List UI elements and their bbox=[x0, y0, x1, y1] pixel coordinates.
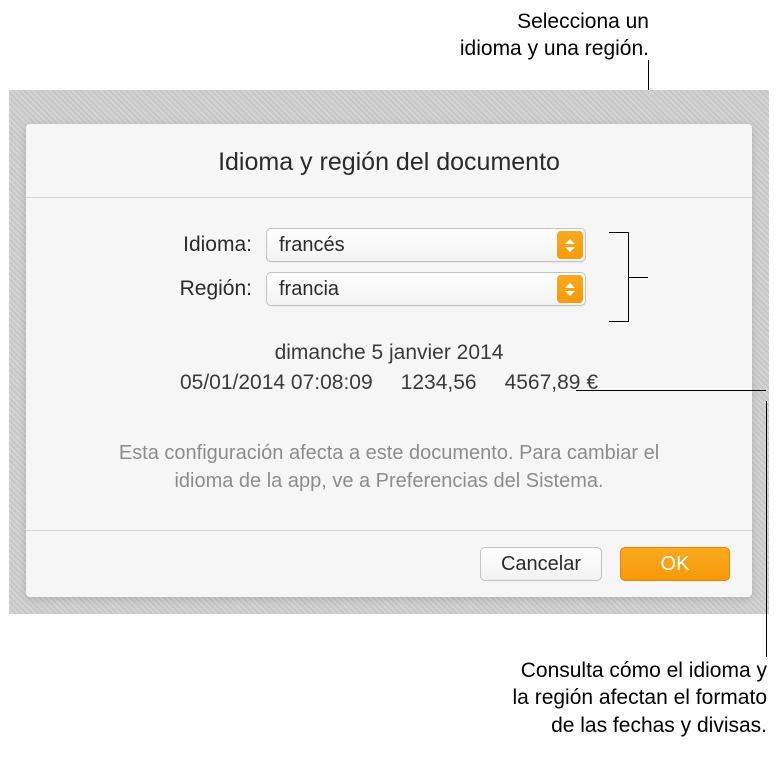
language-region-dialog: Idioma y región del documento Idioma: fr… bbox=[26, 124, 752, 597]
language-dropdown[interactable]: francés bbox=[266, 228, 586, 262]
callout-bottom-line1: Consulta cómo el idioma y bbox=[513, 657, 767, 684]
helper-text: Esta configuración afecta a este documen… bbox=[86, 439, 692, 495]
preview-currency: 4567,89 € bbox=[505, 368, 598, 398]
region-dropdown[interactable]: francia bbox=[266, 272, 586, 306]
callout-bottom-line2: la región afectan el formato bbox=[513, 684, 767, 711]
language-label: Idioma: bbox=[86, 233, 266, 257]
dialog-body: Idioma: francés Región: francia dimanche… bbox=[26, 198, 752, 530]
callout-top: Selecciona un idioma y una región. bbox=[460, 8, 649, 63]
region-label: Región: bbox=[86, 277, 266, 301]
updown-arrows-icon bbox=[557, 231, 583, 259]
callout-bracket-top bbox=[609, 232, 629, 322]
preview-number: 1234,56 bbox=[401, 368, 477, 398]
ok-button[interactable]: OK bbox=[620, 547, 730, 581]
preview-long-date: dimanche 5 janvier 2014 bbox=[86, 338, 692, 368]
callout-line-preview bbox=[576, 390, 766, 391]
preview-row2: 05/01/2014 07:08:09 1234,56 4567,89 € bbox=[86, 368, 692, 398]
updown-arrows-icon bbox=[557, 275, 583, 303]
cancel-button[interactable]: Cancelar bbox=[480, 547, 602, 581]
region-value: francia bbox=[279, 278, 339, 301]
language-value: francés bbox=[279, 234, 345, 257]
callout-top-line2: idioma y una región. bbox=[460, 35, 649, 62]
dialog-backdrop: Idioma y región del documento Idioma: fr… bbox=[9, 90, 769, 614]
callout-bottom: Consulta cómo el idioma y la región afec… bbox=[513, 657, 767, 739]
callout-line-top bbox=[648, 60, 649, 90]
callout-line-bottom bbox=[766, 401, 767, 657]
preview-short-datetime: 05/01/2014 07:08:09 bbox=[180, 368, 373, 398]
region-row: Región: francia bbox=[86, 272, 692, 306]
callout-top-line1: Selecciona un bbox=[460, 8, 649, 35]
dialog-footer: Cancelar OK bbox=[26, 530, 752, 597]
language-row: Idioma: francés bbox=[86, 228, 692, 262]
dialog-title: Idioma y región del documento bbox=[26, 124, 752, 198]
callout-bottom-line3: de las fechas y divisas. bbox=[513, 712, 767, 739]
